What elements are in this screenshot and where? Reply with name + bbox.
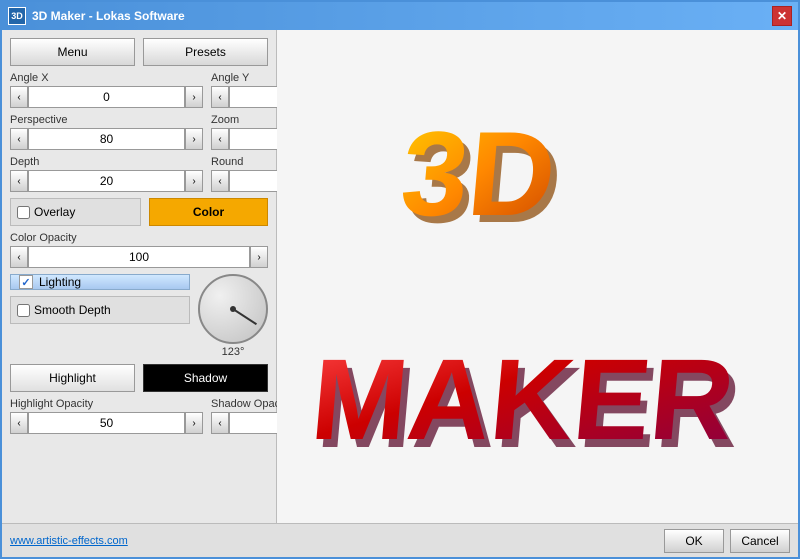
color-opacity-group: Color Opacity ‹ › [10, 232, 268, 268]
main-window: 3D 3D Maker - Lokas Software ✕ Menu Pres… [0, 0, 800, 559]
highlight-shadow-row: Highlight Shadow [10, 364, 268, 392]
angle-x-dec[interactable]: ‹ [10, 86, 28, 108]
angle-x-inc[interactable]: › [185, 86, 203, 108]
perspective-zoom-row: Perspective ‹ › Zoom ‹ › [10, 114, 268, 150]
overlay-color-row: Overlay Color [10, 198, 268, 226]
angle-x-label: Angle X [10, 72, 203, 84]
perspective-input[interactable] [28, 128, 185, 150]
dial-value: 123° [198, 346, 268, 358]
highlight-opacity-dec[interactable]: ‹ [10, 412, 28, 434]
depth-label: Depth [10, 156, 203, 168]
perspective-spinner: ‹ › [10, 128, 203, 150]
overlay-checkbox[interactable] [17, 206, 30, 219]
color-opacity-spinner: ‹ › [10, 246, 268, 268]
highlight-button[interactable]: Highlight [10, 364, 135, 392]
angle-dial-container: 123° [198, 274, 268, 358]
depth-spinner: ‹ › [10, 170, 203, 192]
perspective-dec[interactable]: ‹ [10, 128, 28, 150]
lighting-section: ✓ Lighting Smooth Depth [10, 274, 268, 358]
title-bar-left: 3D 3D Maker - Lokas Software [8, 7, 185, 25]
main-content: Menu Presets Angle X ‹ › Angle Y ‹ [2, 30, 798, 523]
bottom-bar: www.artistic-effects.com OK Cancel [2, 523, 798, 557]
perspective-label: Perspective [10, 114, 203, 126]
shadow-button[interactable]: Shadow [143, 364, 268, 392]
angle-x-group: Angle X ‹ › [10, 72, 203, 108]
svg-text:MAKER: MAKER [306, 336, 739, 464]
lighting-checkmark: ✓ [21, 276, 30, 289]
overlay-checkbox-label[interactable]: Overlay [10, 198, 141, 226]
angle-x-input[interactable] [28, 86, 185, 108]
presets-button[interactable]: Presets [143, 38, 268, 66]
bottom-buttons: OK Cancel [664, 529, 790, 553]
color-button[interactable]: Color [149, 198, 268, 226]
menu-presets-row: Menu Presets [10, 38, 268, 66]
preview-panel: 3D 3D MAKER MAKER [277, 30, 798, 523]
angle-dial[interactable] [198, 274, 268, 344]
perspective-group: Perspective ‹ › [10, 114, 203, 150]
overlay-label: Overlay [34, 205, 75, 219]
preview-area: 3D 3D MAKER MAKER [277, 30, 798, 523]
highlight-opacity-input[interactable] [28, 412, 185, 434]
smooth-depth-text: Smooth Depth [34, 303, 111, 317]
depth-dec[interactable]: ‹ [10, 170, 28, 192]
svg-text:3D: 3D [396, 107, 561, 241]
depth-round-row: Depth ‹ › Round ‹ › [10, 156, 268, 192]
depth-inc[interactable]: › [185, 170, 203, 192]
highlight-opacity-label: Highlight Opacity [10, 398, 203, 410]
app-icon: 3D [8, 7, 26, 25]
website-link[interactable]: www.artistic-effects.com [10, 535, 128, 547]
depth-input[interactable] [28, 170, 185, 192]
angle-row: Angle X ‹ › Angle Y ‹ › [10, 72, 268, 108]
window-title: 3D Maker - Lokas Software [32, 9, 185, 23]
lighting-checkbox-display: ✓ [19, 275, 33, 289]
shadow-opacity-dec[interactable]: ‹ [211, 412, 229, 434]
lighting-smooth-left: ✓ Lighting Smooth Depth [10, 274, 190, 324]
highlight-opacity-group: Highlight Opacity ‹ › [10, 398, 203, 434]
title-bar: 3D 3D Maker - Lokas Software ✕ [2, 2, 798, 30]
color-opacity-input[interactable] [28, 246, 250, 268]
lighting-button[interactable]: ✓ Lighting [10, 274, 190, 290]
dial-circle [198, 274, 268, 344]
smooth-depth-label[interactable]: Smooth Depth [10, 296, 190, 324]
perspective-inc[interactable]: › [185, 128, 203, 150]
angle-x-spinner: ‹ › [10, 86, 203, 108]
highlight-opacity-inc[interactable]: › [185, 412, 203, 434]
lighting-label: Lighting [39, 275, 81, 289]
opacity-row: Highlight Opacity ‹ › Shadow Opacity ‹ › [10, 398, 268, 434]
depth-group: Depth ‹ › [10, 156, 203, 192]
dial-dot [230, 306, 236, 312]
zoom-dec[interactable]: ‹ [211, 128, 229, 150]
angle-y-dec[interactable]: ‹ [211, 86, 229, 108]
preview-svg: 3D 3D MAKER MAKER [298, 47, 778, 507]
round-dec[interactable]: ‹ [211, 170, 229, 192]
dial-hand [232, 308, 257, 325]
ok-button[interactable]: OK [664, 529, 724, 553]
menu-button[interactable]: Menu [10, 38, 135, 66]
cancel-button[interactable]: Cancel [730, 529, 790, 553]
close-button[interactable]: ✕ [772, 6, 792, 26]
color-opacity-label: Color Opacity [10, 232, 268, 244]
left-panel: Menu Presets Angle X ‹ › Angle Y ‹ [2, 30, 277, 523]
highlight-opacity-spinner: ‹ › [10, 412, 203, 434]
color-opacity-inc[interactable]: › [250, 246, 268, 268]
smooth-depth-checkbox[interactable] [17, 304, 30, 317]
color-opacity-dec[interactable]: ‹ [10, 246, 28, 268]
